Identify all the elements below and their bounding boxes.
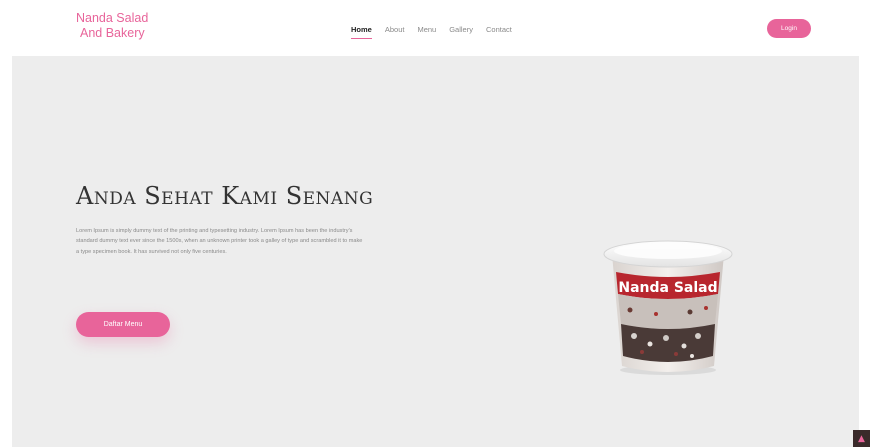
nav-item-about[interactable]: About <box>385 25 405 39</box>
header: Nanda Salad And Bakery Home About Menu G… <box>0 0 873 56</box>
brand-line-1: Nanda Salad <box>76 11 149 25</box>
brand-logo[interactable]: Nanda Salad And Bakery <box>76 11 148 41</box>
nav-item-gallery[interactable]: Gallery <box>449 25 473 39</box>
product-label: Nanda Salad <box>618 280 717 296</box>
scroll-to-top-button[interactable]: ▲ <box>853 430 870 447</box>
chevron-up-icon: ▲ <box>858 433 865 444</box>
hero-description: Lorem Ipsum is simply dummy text of the … <box>76 228 363 255</box>
nav-item-home[interactable]: Home <box>351 25 372 39</box>
product-image: Nanda Salad <box>603 240 733 375</box>
nav-item-contact[interactable]: Contact <box>486 25 512 39</box>
brand-line-2: And Bakery <box>80 26 145 40</box>
main-nav: Home About Menu Gallery Contact <box>351 25 525 39</box>
hero-headline: Anda Sehat Kami Senang <box>76 182 374 210</box>
login-button[interactable]: Login <box>767 19 811 38</box>
daftar-menu-button[interactable]: Daftar Menu <box>76 312 170 337</box>
hero-section: Anda Sehat Kami Senang Lorem Ipsum is si… <box>12 56 859 447</box>
nav-item-menu[interactable]: Menu <box>417 25 436 39</box>
